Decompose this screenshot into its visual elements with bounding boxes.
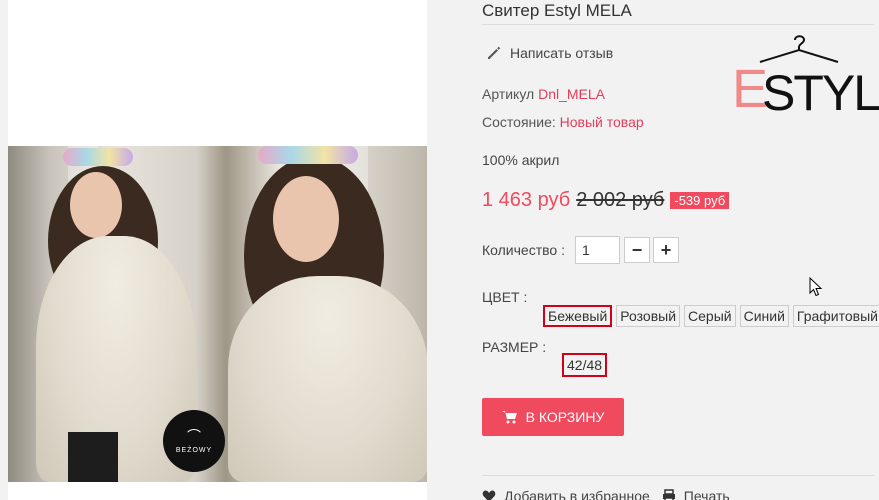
size-option[interactable]: 42/48 bbox=[562, 353, 608, 377]
write-review-label: Написать отзыв bbox=[510, 45, 614, 61]
flower-crown bbox=[63, 148, 133, 166]
gallery-bottom bbox=[8, 482, 427, 500]
product-photo[interactable]: ⌒ BEŻOWY bbox=[8, 146, 427, 482]
color-option-graphite[interactable]: Графитовый bbox=[792, 305, 879, 327]
model-face bbox=[70, 172, 122, 238]
quantity-increase-button[interactable]: + bbox=[653, 237, 679, 263]
model-sweater bbox=[228, 276, 427, 482]
badge-text: BEŻOWY bbox=[175, 446, 213, 454]
color-option-beige[interactable]: Бежевый bbox=[543, 305, 613, 327]
price-block: 1 463 руб 2 002 руб -539 руб bbox=[482, 189, 730, 212]
model-face bbox=[273, 176, 339, 262]
print-link[interactable]: Печать bbox=[662, 488, 730, 500]
color-options: Бежевый Розовый Серый Синий Графитовый bbox=[543, 305, 879, 327]
quantity-input[interactable] bbox=[575, 236, 620, 264]
discount-badge: -539 руб bbox=[670, 192, 730, 209]
product-gallery: ⌒ BEŻOWY bbox=[8, 0, 427, 500]
sku-row: Артикул Dnl_MELA bbox=[482, 86, 605, 102]
add-to-cart-button[interactable]: В КОРЗИНУ bbox=[482, 398, 624, 436]
add-to-cart-label: В КОРЗИНУ bbox=[525, 409, 605, 425]
favorites-label: Добавить в избранное bbox=[504, 488, 650, 500]
old-price: 2 002 руб bbox=[576, 189, 665, 211]
condition-value: Новый товар bbox=[559, 114, 644, 130]
add-to-favorites-link[interactable]: Добавить в избранное bbox=[482, 488, 650, 500]
hanger-icon: ⌒ bbox=[187, 427, 201, 444]
brand-badge: ⌒ BEŻOWY bbox=[163, 410, 225, 472]
color-label: ЦВЕТ : bbox=[482, 289, 528, 305]
sku-value: Dnl_MELA bbox=[538, 86, 606, 102]
printer-icon bbox=[662, 489, 675, 500]
write-review-link[interactable]: Написать отзыв bbox=[486, 45, 613, 61]
logo-text: STYL bbox=[762, 65, 879, 121]
mouse-cursor-icon bbox=[809, 277, 823, 297]
color-option-gray[interactable]: Серый bbox=[684, 305, 736, 327]
pencil-icon bbox=[488, 46, 501, 59]
composition-text: 100% акрил bbox=[482, 152, 560, 168]
color-option-blue[interactable]: Синий bbox=[739, 305, 789, 327]
print-label: Печать bbox=[683, 488, 730, 500]
condition-row: Состояние: Новый товар bbox=[482, 114, 644, 130]
color-option-pink[interactable]: Розовый bbox=[616, 305, 681, 327]
title-divider bbox=[482, 24, 874, 25]
product-title: Свитер Estyl MELA bbox=[482, 1, 632, 20]
current-price: 1 463 руб bbox=[482, 189, 571, 211]
model-legs bbox=[68, 432, 118, 482]
flower-crown bbox=[258, 146, 358, 164]
quantity-label: Количество : bbox=[482, 242, 565, 258]
sku-label: Артикул bbox=[482, 86, 535, 102]
condition-label: Состояние: bbox=[482, 114, 556, 130]
size-label: РАЗМЕР : bbox=[482, 339, 547, 355]
shopping-cart-icon bbox=[501, 411, 517, 424]
bottom-divider bbox=[482, 475, 874, 476]
heart-icon bbox=[482, 490, 496, 500]
bottom-actions: Добавить в избранное Печать bbox=[482, 488, 742, 500]
brand-logo: E STYL bbox=[732, 34, 879, 118]
quantity-decrease-button[interactable]: − bbox=[624, 237, 650, 263]
